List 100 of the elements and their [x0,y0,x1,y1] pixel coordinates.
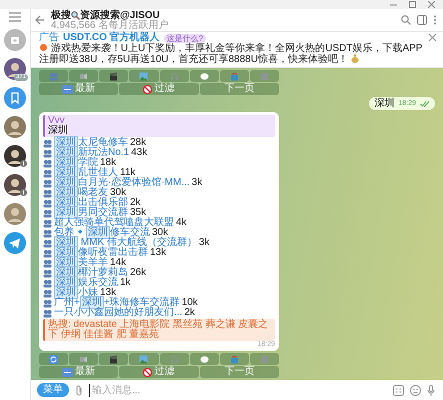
bookmark-icon[interactable] [4,87,26,109]
member-count: 18k [100,158,116,168]
member-count: 4k [176,218,187,228]
member-count: 13k [100,288,116,298]
ad-text: 游戏热爱来袭！U上U下奖励，丰厚礼金等你来拿！全网火热的USDT娱乐，下载APP注册即送38U，存5U再送10U，首充还可享8888U惊喜，快来体验吧！ [39,43,424,65]
group-link[interactable]: 一只小小鑫园她的好朋友们... [54,308,182,318]
speech-bubble-icon [200,354,209,364]
money-bag-icon [350,54,359,63]
ad-label: 广告 [39,33,59,43]
member-count: 30k [110,188,126,198]
keyboard-button[interactable]: 最新 [39,366,118,378]
people-icon [43,258,52,268]
keyboard-button[interactable] [190,353,219,365]
message-text: 深圳 [374,98,394,109]
close-icon[interactable] [428,1,435,8]
member-count: 2k [130,198,141,208]
people-icon [43,248,52,258]
image-icon [139,354,148,364]
projector-icon [79,72,88,80]
keyboard-button[interactable] [190,70,219,82]
people-icon [43,198,52,208]
keyboard-button[interactable] [39,353,68,365]
mute-icon [20,189,27,196]
archive-icon[interactable] [4,29,26,51]
clapper-icon [109,354,118,364]
member-count: 3k [198,238,210,248]
group-link[interactable]: 广州+ 深圳 +珠海修车交流群 [54,298,180,308]
message-field[interactable]: 输入消息... [89,384,387,396]
people-icon [43,168,52,178]
search-icon [71,10,80,20]
side-panel-icon[interactable] [417,15,427,25]
image-icon [139,72,148,80]
avatar[interactable] [4,145,26,167]
keyboard-button[interactable]: 下一页 [200,366,279,378]
people-icon [43,138,52,148]
double-check-icon [420,100,430,106]
keyboard-button[interactable] [99,353,128,365]
reply-quote[interactable]: Vvv 深圳 [43,115,275,137]
group-link[interactable]: 深圳 男同交流群 [54,208,128,218]
avatar[interactable] [4,174,26,196]
people-icon [43,238,52,248]
keyboard-button[interactable] [99,70,128,82]
ad-sender[interactable]: USDT.CO 官方机器人 [63,33,160,43]
new-icon [62,368,74,376]
square-icon [260,72,269,80]
forbidden-icon [143,84,152,94]
member-count: 35k [130,208,146,218]
member-count: 1k [120,278,131,288]
speech-bubble-icon [200,72,209,80]
people-icon [43,278,52,288]
people-icon [43,298,52,308]
clapper-icon [109,72,118,80]
member-count: 13k [150,248,166,258]
people-icon [43,188,52,198]
forbidden-icon [143,368,152,376]
menu-button[interactable]: 菜单 [37,383,69,397]
member-count: 11k [120,168,136,178]
close-icon[interactable] [428,33,437,42]
paperclip-icon[interactable] [75,384,83,396]
people-icon [43,178,52,188]
keyboard-button[interactable]: 最新 [39,83,118,95]
people-icon [43,308,52,318]
member-count: 14k [110,258,126,268]
people-icon [43,228,52,238]
bag-icon [230,354,239,364]
menu-icon[interactable] [9,12,21,22]
people-icon [43,218,52,228]
people-icon [43,208,52,218]
group-link[interactable]: 包养🔹 深圳 修车交流 [54,228,150,238]
member-count: 2k [184,308,195,318]
keyboard-button[interactable]: 过滤 [119,366,199,378]
maximize-icon[interactable] [409,1,416,8]
search-icon[interactable] [401,15,411,25]
refresh-icon [49,354,58,364]
projector-icon [79,354,88,364]
commands-icon[interactable] [393,384,404,396]
mute-icon [20,160,27,167]
more-icon[interactable] [433,15,437,25]
member-count: 28k [130,138,146,148]
emoji-icon[interactable] [410,384,421,396]
hot-search-text: 热搜: devastate 上海电影院 黑丝苑 葬之谦 皮囊之下 伊纲 佳佳酱 肥 董嘉苑 [43,319,275,341]
what-is-this-link[interactable]: 这是什么? [164,34,206,42]
people-icon [43,288,52,298]
headphones-icon [170,354,179,364]
paper-plane-icon[interactable] [4,232,26,254]
microphone-icon[interactable] [427,384,435,396]
keyboard-button[interactable]: 下一页 [200,83,279,95]
reply-text: 深圳 [48,126,69,136]
people-icon [43,158,52,168]
people-icon [43,148,52,158]
member-count: 43k [131,148,148,158]
back-arrow-icon[interactable] [35,15,45,25]
member-count: 3k [192,178,202,188]
new-icon [62,84,74,94]
group-link[interactable]: 超人强骑单代驾嗑盘大联盟 [54,218,174,228]
keyboard-button[interactable]: 过滤 [119,83,199,95]
chat-title: 极搜 [51,10,71,20]
people-icon [43,268,52,278]
member-count: 26k [130,268,146,278]
bag-icon [230,72,239,80]
